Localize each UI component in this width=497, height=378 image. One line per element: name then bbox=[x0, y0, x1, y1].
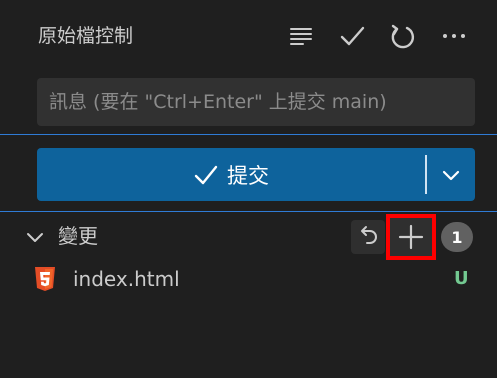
commit-dropdown-button[interactable] bbox=[427, 148, 475, 201]
chevron-down-icon[interactable] bbox=[26, 228, 44, 246]
changes-section-label: 變更 bbox=[58, 224, 98, 248]
more-icon[interactable] bbox=[436, 18, 472, 54]
html5-icon bbox=[35, 267, 55, 291]
focus-divider-top bbox=[0, 134, 497, 135]
commit-check-icon bbox=[193, 162, 219, 188]
refresh-icon[interactable] bbox=[384, 18, 420, 54]
commit-message-input[interactable] bbox=[37, 78, 475, 126]
panel-title: 原始檔控制 bbox=[38, 25, 134, 47]
chevron-down-icon bbox=[442, 170, 460, 180]
stage-all-changes-button[interactable] bbox=[386, 214, 436, 260]
discard-all-changes-button[interactable] bbox=[351, 220, 385, 254]
focus-divider-bottom bbox=[0, 211, 497, 212]
changes-section-header[interactable]: 變更 1 bbox=[0, 214, 497, 260]
commit-button-label: 提交 bbox=[227, 163, 269, 188]
panel-header: 原始檔控制 bbox=[0, 0, 497, 70]
commit-message-box bbox=[37, 78, 475, 126]
list-icon[interactable] bbox=[283, 18, 319, 54]
commit-button[interactable]: 提交 bbox=[37, 148, 425, 201]
source-control-panel: 原始檔控制 訊息 (要在 "Ctrl+Enter" 上提交 main) 提交 變… bbox=[0, 0, 497, 378]
plus-icon bbox=[398, 224, 424, 250]
check-icon[interactable] bbox=[334, 18, 370, 54]
file-name: index.html bbox=[73, 267, 180, 291]
file-list-item[interactable]: index.html U bbox=[0, 260, 497, 298]
discard-icon bbox=[361, 226, 377, 244]
commit-button-group: 提交 bbox=[37, 148, 475, 201]
file-status-untracked: U bbox=[454, 268, 469, 289]
changes-count-badge: 1 bbox=[441, 222, 473, 252]
